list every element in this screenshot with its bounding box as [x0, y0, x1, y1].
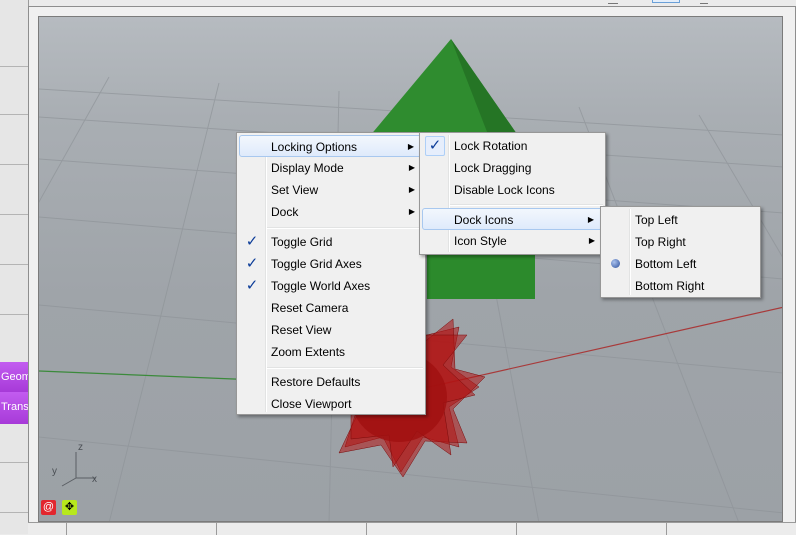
menu-item-lock-rotation[interactable]: ✓ Lock Rotation — [422, 135, 603, 157]
chevron-right-icon: ▶ — [407, 142, 414, 151]
menu-item-toggle-world-axes[interactable]: ✓ Toggle World Axes — [239, 275, 423, 297]
canvas-strip: Geom Trans — [0, 0, 29, 534]
window-control-icon[interactable] — [608, 0, 618, 4]
menu-item-toggle-grid[interactable]: ✓ Toggle Grid — [239, 231, 423, 253]
menu-item-zoom-extents[interactable]: Zoom Extents — [239, 341, 423, 363]
canvas-grid-line — [0, 512, 28, 513]
lock-rotation-icon[interactable]: @ — [41, 500, 56, 515]
canvas-grid-line — [0, 66, 28, 67]
checkmark-icon: ✓ — [245, 277, 259, 294]
menu-item-icon-style[interactable]: Icon Style ▶ — [422, 230, 603, 252]
chevron-right-icon: ▶ — [587, 215, 594, 224]
checkmark-icon: ✓ — [425, 136, 445, 156]
lock-dragging-icon[interactable]: ✥ — [62, 500, 77, 515]
menu-item-restore-defaults[interactable]: Restore Defaults — [239, 371, 423, 393]
window-controls — [600, 0, 710, 5]
menu-item-locking-options[interactable]: Locking Options ▶ — [239, 135, 423, 157]
menu-item-set-view[interactable]: Set View ▶ — [239, 179, 423, 201]
axis-label-y: y — [52, 466, 57, 477]
canvas-node-geometry[interactable]: Geom — [0, 362, 28, 392]
chevron-right-icon: ▶ — [408, 185, 415, 194]
axis-label-z: z — [78, 442, 83, 453]
menu-separator — [267, 227, 423, 229]
checkmark-icon: ✓ — [245, 233, 259, 250]
axis-indicator: z y x — [48, 442, 98, 489]
locking-options-submenu: ✓ Lock Rotation Lock Dragging Disable Loc… — [419, 132, 606, 255]
canvas-grid-line — [0, 164, 28, 165]
menu-item-display-mode[interactable]: Display Mode ▶ — [239, 157, 423, 179]
chevron-right-icon: ▶ — [408, 207, 415, 216]
menu-item-close-viewport[interactable]: Close Viewport — [239, 393, 423, 415]
menu-item-disable-lock-icons[interactable]: Disable Lock Icons — [422, 179, 603, 201]
viewport-context-menu: Locking Options ▶ Display Mode ▶ Set View ▶… — [236, 132, 426, 415]
canvas-node-label: Trans — [1, 401, 28, 413]
canvas-grid-line — [0, 314, 28, 315]
window-control-icon[interactable] — [652, 0, 680, 3]
canvas-node-label: Geom — [1, 371, 28, 383]
menu-item-top-left[interactable]: Top Left — [603, 209, 758, 231]
canvas-grid-line — [0, 114, 28, 115]
checkmark-icon: ✓ — [245, 255, 259, 272]
window-control-icon[interactable] — [700, 0, 708, 4]
chevron-right-icon: ▶ — [588, 236, 595, 245]
canvas-grid-line — [0, 462, 28, 463]
menu-item-bottom-right[interactable]: Bottom Right — [603, 275, 758, 297]
axis-label-x: x — [92, 474, 97, 485]
menu-item-reset-view[interactable]: Reset View — [239, 319, 423, 341]
bottom-ruler — [28, 522, 796, 535]
menu-separator — [450, 204, 603, 206]
menu-item-reset-camera[interactable]: Reset Camera — [239, 297, 423, 319]
canvas-grid-line — [0, 264, 28, 265]
menu-item-dock-icons[interactable]: Dock Icons ▶ — [422, 208, 603, 230]
menu-item-lock-dragging[interactable]: Lock Dragging — [422, 157, 603, 179]
chevron-right-icon: ▶ — [408, 163, 415, 172]
canvas-grid-line — [0, 214, 28, 215]
canvas-node-transform[interactable]: Trans — [0, 392, 28, 424]
menu-item-toggle-grid-axes[interactable]: ✓ Toggle Grid Axes — [239, 253, 423, 275]
radio-dot-icon — [611, 259, 620, 268]
menu-separator — [267, 367, 423, 369]
menu-item-bottom-left[interactable]: Bottom Left — [603, 253, 758, 275]
menu-item-dock[interactable]: Dock ▶ — [239, 201, 423, 223]
dock-icons-submenu: Top Left Top Right Bottom Left Bottom Ri… — [600, 206, 761, 298]
menu-item-top-right[interactable]: Top Right — [603, 231, 758, 253]
